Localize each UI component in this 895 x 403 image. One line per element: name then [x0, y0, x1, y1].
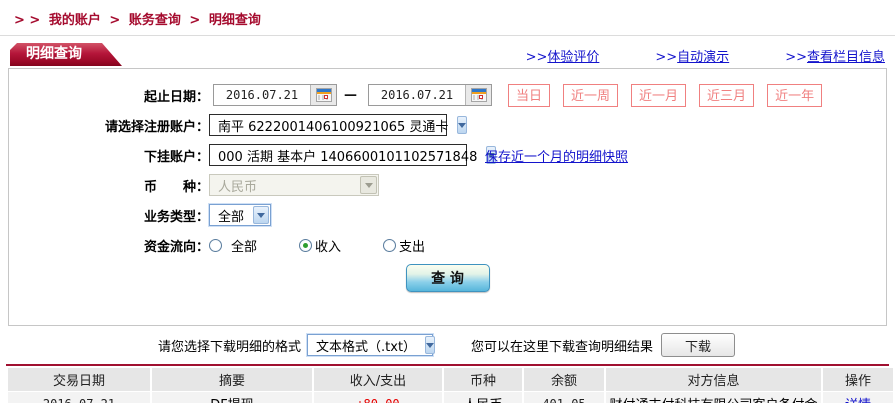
start-date-value[interactable]: 2016.07.21: [214, 85, 310, 105]
business-type-label: 业务类型：: [143, 209, 209, 225]
save-monthly-snapshot-link[interactable]: 保存近一个月的明细快照: [485, 146, 628, 165]
register-account-label: 请选择注册账户：: [104, 119, 209, 135]
sub-account-row: 下挂账户： 000 活期 基本户 1406600101102571848 保存近…: [9, 143, 886, 167]
calendar-icon: [470, 88, 487, 102]
currency-value: 人民币: [218, 179, 258, 195]
header-summary: 摘要: [152, 368, 312, 391]
date-range-dash: —: [344, 87, 357, 103]
sub-account-value: 000 活期 基本户 1406600101102571848: [218, 149, 478, 165]
table-header-row: 交易日期 摘要 收入/支出 币种 余额 对方信息 操作: [8, 368, 893, 391]
currency-label: 币 种：: [143, 179, 209, 195]
cell-currency: 人民币: [444, 392, 522, 403]
header-balance: 余额: [524, 368, 604, 391]
results-table: 交易日期 摘要 收入/支出 币种 余额 对方信息 操作 2016-07-21 D…: [6, 364, 893, 403]
cell-balance: 401.05: [524, 392, 604, 403]
chevron-down-icon[interactable]: [253, 206, 269, 224]
radio-label-expense: 支出: [399, 239, 426, 255]
top-links: >>体验评价 >>自动演示 >>查看栏目信息: [526, 46, 885, 65]
header-counterparty: 对方信息: [606, 368, 821, 391]
fund-flow-label: 资金流向：: [143, 239, 209, 255]
quick-range-buttons: 当日 近一周 近一月 近三月 近一年: [508, 83, 823, 107]
start-date-input[interactable]: 2016.07.21: [213, 84, 337, 106]
chevrons-icon: >>: [525, 50, 548, 65]
register-account-value: 南平 6222001406100921065 灵通卡: [218, 119, 449, 135]
quick-button-last-year[interactable]: 近一年: [767, 83, 823, 107]
query-button[interactable]: 查 询: [405, 264, 490, 292]
download-button[interactable]: 下载: [661, 333, 736, 357]
header-income-expense: 收入/支出: [314, 368, 442, 391]
radio-option-expense[interactable]: 支出: [383, 236, 425, 255]
breadcrumb-separator: >: [109, 13, 121, 28]
sub-account-label: 下挂账户：: [143, 149, 209, 165]
quick-button-last-week[interactable]: 近一周: [563, 83, 619, 107]
link-experience-review[interactable]: >>体验评价: [526, 46, 600, 65]
download-format-value: 文本格式（.txt）: [316, 339, 417, 355]
tab-bar: 明细查询 >>体验评价 >>自动演示 >>查看栏目信息: [0, 43, 895, 66]
radio-label-all: 全部: [231, 239, 258, 255]
register-account-row: 请选择注册账户： 南平 6222001406100921065 灵通卡: [9, 113, 886, 137]
cell-trade-date: 2016-07-21: [8, 392, 150, 403]
header-action: 操作: [823, 368, 893, 391]
radio-icon[interactable]: [383, 238, 397, 252]
breadcrumb: > > 我的账户 > 账务查询 > 明细查询: [0, 0, 895, 36]
chevrons-icon: >>: [785, 50, 807, 65]
date-range-label: 起止日期：: [143, 89, 209, 105]
download-hint: 您可以在这里下载查询明细结果: [471, 339, 654, 355]
cell-amount: +80.00: [314, 392, 442, 403]
quick-button-last-3-months[interactable]: 近三月: [699, 83, 755, 107]
radio-icon[interactable]: [299, 238, 313, 252]
business-type-value: 全部: [218, 209, 245, 225]
radio-label-income: 收入: [315, 239, 342, 255]
end-date-calendar-button[interactable]: [465, 85, 491, 105]
currency-select: 人民币: [209, 174, 379, 196]
link-view-column-info[interactable]: >>查看栏目信息: [785, 46, 885, 65]
chevron-down-icon[interactable]: [425, 336, 436, 354]
breadcrumb-separator: >: [189, 13, 201, 28]
radio-option-all[interactable]: 全部: [209, 236, 257, 255]
download-format-label: 请您选择下载明细的格式: [158, 339, 302, 355]
radio-option-income[interactable]: 收入: [299, 236, 341, 255]
breadcrumb-item-detail-query[interactable]: 明细查询: [209, 13, 261, 28]
end-date-input[interactable]: 2016.07.21: [368, 84, 492, 106]
end-date-value[interactable]: 2016.07.21: [369, 85, 465, 105]
query-form-panel: 起止日期： 2016.07.21 — 2016.07.21 当日 近一周 近一月…: [8, 68, 887, 326]
chevron-down-icon: [360, 176, 377, 194]
quick-button-last-month[interactable]: 近一月: [631, 83, 687, 107]
detail-link[interactable]: 详情: [845, 398, 871, 403]
query-button-row: 查 询: [9, 264, 886, 292]
breadcrumb-item-account-query[interactable]: 账务查询: [129, 13, 181, 28]
breadcrumb-prefix: > >: [14, 13, 41, 28]
date-range-row: 起止日期： 2016.07.21 — 2016.07.21 当日 近一周 近一月…: [9, 83, 886, 107]
business-type-select[interactable]: 全部: [209, 204, 271, 226]
link-auto-demo[interactable]: >>自动演示: [655, 46, 729, 65]
calendar-icon: [315, 88, 332, 102]
sub-account-select[interactable]: 000 活期 基本户 1406600101102571848: [209, 144, 497, 166]
cell-counterparty: 财付通支付科技有限公司客户备付金: [606, 392, 821, 403]
table-row: 2016-07-21 DF提现 +80.00 人民币 401.05 财付通支付科…: [8, 392, 893, 403]
chevron-down-icon[interactable]: [457, 116, 468, 134]
fund-flow-row: 资金流向： 全部 收入 支出: [9, 233, 886, 257]
fund-flow-radios: 全部 收入 支出: [209, 236, 425, 255]
header-currency: 币种: [444, 368, 522, 391]
start-date-calendar-button[interactable]: [310, 85, 336, 105]
breadcrumb-item-my-account[interactable]: 我的账户: [49, 13, 101, 28]
quick-button-today[interactable]: 当日: [508, 83, 551, 107]
register-account-select[interactable]: 南平 6222001406100921065 灵通卡: [209, 114, 468, 136]
business-type-row: 业务类型： 全部: [9, 203, 886, 227]
download-row: 请您选择下载明细的格式 文本格式（.txt） 您可以在这里下载查询明细结果 下载: [0, 332, 895, 358]
header-trade-date: 交易日期: [8, 368, 150, 391]
radio-icon[interactable]: [209, 238, 222, 252]
chevrons-icon: >>: [655, 50, 678, 65]
currency-row: 币 种： 人民币: [9, 173, 886, 197]
download-format-select[interactable]: 文本格式（.txt）: [307, 334, 436, 356]
tab-detail-query[interactable]: 明细查询: [10, 43, 122, 66]
cell-summary: DF提现: [152, 392, 312, 403]
